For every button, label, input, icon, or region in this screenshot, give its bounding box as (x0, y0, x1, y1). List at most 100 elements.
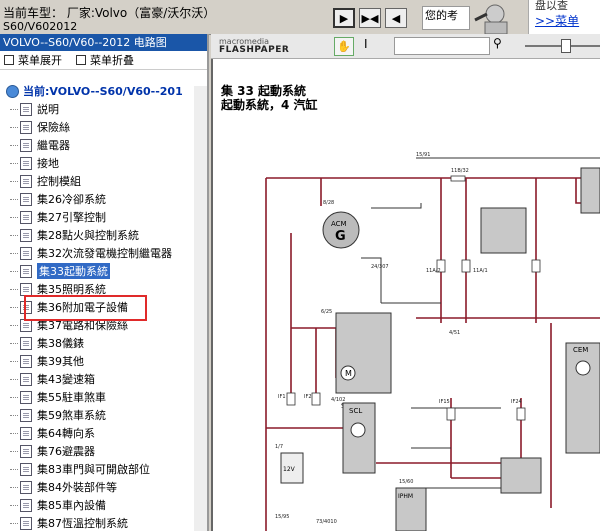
document-icon (20, 174, 32, 188)
sidebar-item[interactable]: 繼電器 (0, 136, 207, 154)
tree-connector (10, 198, 18, 200)
tree-connector (10, 396, 18, 398)
sidebar-item[interactable]: 集32次流發電機控制繼電器 (0, 244, 207, 262)
sidebar-title: VOLVO--S60/V60--2012 电路图 (0, 34, 207, 51)
svg-text:11B/32: 11B/32 (451, 168, 469, 174)
back-icon[interactable]: ◀ (385, 8, 407, 28)
svg-text:15/91: 15/91 (416, 152, 430, 158)
sidebar-item-label: 集28點火與控制系統 (37, 229, 139, 242)
sidebar-item-label: 集33起動系統 (37, 263, 110, 279)
scl-label: SCL (349, 407, 362, 415)
promo-box[interactable]: 盘以查 >>菜单 (528, 0, 600, 34)
svg-text:15/60: 15/60 (399, 479, 413, 485)
tree-connector (10, 234, 18, 236)
sidebar-item[interactable]: 集28點火與控制系統 (0, 226, 207, 244)
document-icon (20, 480, 32, 494)
sidebar-item-label: 控制模組 (37, 175, 81, 188)
sidebar-item[interactable]: 保險絲 (0, 118, 207, 136)
sidebar-item-label: 集26冷卻系統 (37, 193, 106, 206)
sidebar-item-label: 繼電器 (37, 139, 70, 152)
sidebar-item-label: 集84外裝部件等 (37, 481, 117, 494)
svg-text:4/102: 4/102 (331, 397, 345, 403)
expand-menu-button[interactable]: 菜单展开 (4, 52, 62, 68)
collapse-menu-button[interactable]: 菜单折叠 (76, 52, 134, 68)
sidebar-item-label: 集59煞車系統 (37, 409, 106, 422)
sidebar-item[interactable]: 集85車內設備 (0, 496, 207, 514)
sidebar-item[interactable]: 集27引擎控制 (0, 208, 207, 226)
tree-connector (10, 324, 18, 326)
sidebar-item[interactable]: 集59煞車系統 (0, 406, 207, 424)
tree-connector (10, 432, 18, 434)
sidebar-item-label: 保險絲 (37, 121, 70, 134)
sidebar-item[interactable]: 接地 (0, 154, 207, 172)
tree-connector (10, 342, 18, 344)
nav-buttons: ▶ ▶◀ ◀ (333, 8, 407, 28)
svg-text:15/95: 15/95 (275, 514, 289, 520)
sidebar-item-label: 集32次流發電機控制繼電器 (37, 247, 172, 260)
skip-icon[interactable]: ▶◀ (359, 8, 381, 28)
document-icon (20, 444, 32, 458)
acm-label: ACM (331, 220, 347, 228)
logo-bottom-text: FLASHPAPER (219, 45, 290, 55)
sidebar-item[interactable]: 集87恆溫控制系統 (0, 514, 207, 531)
sidebar-item[interactable]: 説明 (0, 100, 207, 118)
zoom-slider-knob[interactable] (561, 39, 571, 53)
document-icon (20, 138, 32, 152)
sidebar-item[interactable]: 集39其他 (0, 352, 207, 370)
document-icon (20, 390, 32, 404)
document-icon (20, 228, 32, 242)
sidebar-item-label: 集85車內設備 (37, 499, 106, 512)
hand-tool-icon[interactable]: ✋ (334, 37, 354, 56)
sidebar-item[interactable]: 集83車門與可開啟部位 (0, 460, 207, 478)
svg-text:11A/2: 11A/2 (426, 268, 441, 274)
sidebar-item[interactable]: 集84外裝部件等 (0, 478, 207, 496)
svg-text:12V: 12V (283, 466, 296, 473)
cem-label: CEM (573, 346, 588, 354)
tree-connector (10, 504, 18, 506)
document-icon (20, 408, 32, 422)
sidebar-item-label: 集39其他 (37, 355, 84, 368)
sidebar-item[interactable]: 集76避震器 (0, 442, 207, 460)
tree-connector (10, 270, 18, 272)
search-icon[interactable]: ⚲ (493, 36, 502, 50)
sidebar-tools: 菜单展开 菜单折叠 (0, 51, 207, 70)
svg-text:24/307: 24/307 (371, 264, 389, 270)
document-icon (20, 372, 32, 386)
document-icon (20, 102, 32, 116)
car-model-sub-label: S60/V602012 (3, 20, 78, 33)
globe-icon (6, 84, 19, 98)
sidebar-item[interactable]: 集55駐車煞車 (0, 388, 207, 406)
flashpaper-viewer: macromedia FLASHPAPER ✋ I ⚲ 集 33 起動系統 起動… (211, 34, 600, 531)
sidebar: VOLVO--S60/V60--2012 电路图 菜单展开 菜单折叠 当前:VO… (0, 34, 209, 531)
svg-text:IF15: IF15 (439, 399, 450, 405)
text-select-icon[interactable]: I (364, 37, 368, 51)
play-icon[interactable]: ▶ (333, 8, 355, 28)
vertical-scrollbar[interactable] (194, 86, 207, 531)
document-icon (20, 516, 32, 530)
sidebar-item[interactable]: 集33起動系統 (0, 262, 207, 280)
tree-root[interactable]: 当前:VOLVO--S60/V60--201 (0, 82, 207, 100)
document-icon (20, 192, 32, 206)
sidebar-item[interactable]: 集64轉向系 (0, 424, 207, 442)
svg-text:73/4010: 73/4010 (316, 519, 337, 525)
sidebar-item[interactable]: 集26冷卻系統 (0, 190, 207, 208)
svg-text:11A/1: 11A/1 (473, 268, 488, 274)
document-icon (20, 462, 32, 476)
svg-text:G: G (335, 229, 346, 244)
search-input[interactable] (394, 37, 490, 55)
svg-text:IF2: IF2 (304, 394, 312, 400)
sidebar-item[interactable]: 集38儀錶 (0, 334, 207, 352)
tree-connector (10, 216, 18, 218)
svg-text:IF1: IF1 (278, 394, 286, 400)
tree-connector (10, 126, 18, 128)
tree-connector (10, 522, 18, 524)
expand-icon (4, 55, 14, 65)
hint-text: 您的考 (422, 6, 470, 30)
sidebar-item[interactable]: 集43變速箱 (0, 370, 207, 388)
promo-link[interactable]: >>菜单 (535, 12, 579, 29)
document-icon (20, 120, 32, 134)
iphm-label: IPHM (398, 493, 413, 500)
sidebar-item-label: 集55駐車煞車 (37, 391, 106, 404)
document-icon (20, 264, 32, 278)
sidebar-item[interactable]: 控制模組 (0, 172, 207, 190)
